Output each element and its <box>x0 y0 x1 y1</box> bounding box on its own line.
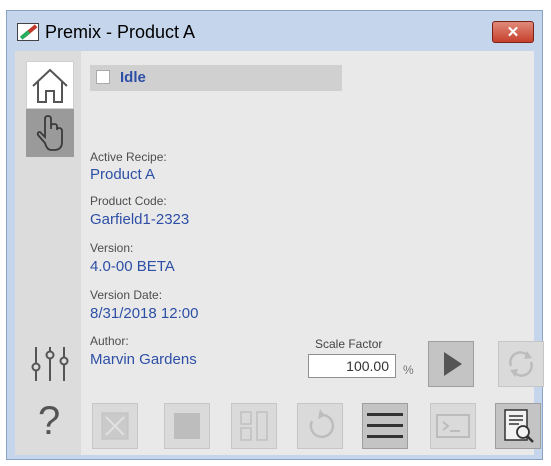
abort-icon <box>101 412 129 440</box>
scale-factor-input[interactable]: 100.00 <box>308 354 396 378</box>
faceplate-window: Premix - Product A ✕ ? Idle Active Recip… <box>6 10 544 460</box>
pause-icon <box>240 411 268 441</box>
version-date-label: Version Date: <box>90 288 163 302</box>
window-title: Premix - Product A <box>45 22 196 42</box>
app-icon <box>17 23 39 41</box>
scale-factor-value: 100.00 <box>346 358 389 374</box>
reset-icon <box>309 409 335 439</box>
console-icon <box>436 414 470 438</box>
status-indicator: Idle <box>90 65 342 91</box>
faceplate-body: ? Idle Active Recipe: Product A Product … <box>15 51 544 455</box>
report-search-icon <box>504 409 534 443</box>
title-bar[interactable]: Premix - Product A ✕ <box>7 11 542 51</box>
sidebar: ? <box>15 51 81 455</box>
report-button[interactable] <box>495 403 541 449</box>
close-button[interactable]: ✕ <box>492 21 534 43</box>
author-value: Marvin Gardens <box>90 351 197 368</box>
sidebar-item-manual[interactable] <box>26 109 74 157</box>
restart-button[interactable] <box>498 341 544 387</box>
sliders-icon <box>31 347 69 381</box>
play-icon <box>444 352 462 376</box>
start-button[interactable] <box>428 341 474 387</box>
refresh-icon <box>509 351 533 377</box>
pause-button[interactable] <box>231 403 277 449</box>
stop-icon <box>174 413 200 439</box>
active-recipe-value: Product A <box>90 166 156 183</box>
version-date-value: 8/31/2018 12:00 <box>90 305 199 322</box>
version-value: 4.0-00 BETA <box>90 258 175 275</box>
sidebar-item-home[interactable] <box>26 61 74 109</box>
scale-factor-label: Scale Factor <box>315 337 383 351</box>
menu-button[interactable] <box>362 403 408 449</box>
abort-button[interactable] <box>92 403 138 449</box>
sidebar-item-help[interactable]: ? <box>26 399 74 447</box>
help-icon: ? <box>38 399 61 443</box>
status-text: Idle <box>120 69 146 86</box>
active-recipe-label: Active Recipe: <box>90 150 167 164</box>
hand-icon <box>36 115 63 151</box>
stop-button[interactable] <box>164 403 210 449</box>
status-light <box>96 70 110 84</box>
product-code-label: Product Code: <box>90 194 167 208</box>
reset-button[interactable] <box>297 403 343 449</box>
menu-icon <box>367 413 403 438</box>
product-code-value: Garfield1-2323 <box>90 211 190 228</box>
console-button[interactable] <box>430 403 476 449</box>
scale-factor-unit: % <box>403 363 414 377</box>
sidebar-item-settings[interactable] <box>26 339 74 387</box>
version-label: Version: <box>90 241 134 255</box>
home-icon <box>32 68 68 103</box>
author-label: Author: <box>90 334 129 348</box>
